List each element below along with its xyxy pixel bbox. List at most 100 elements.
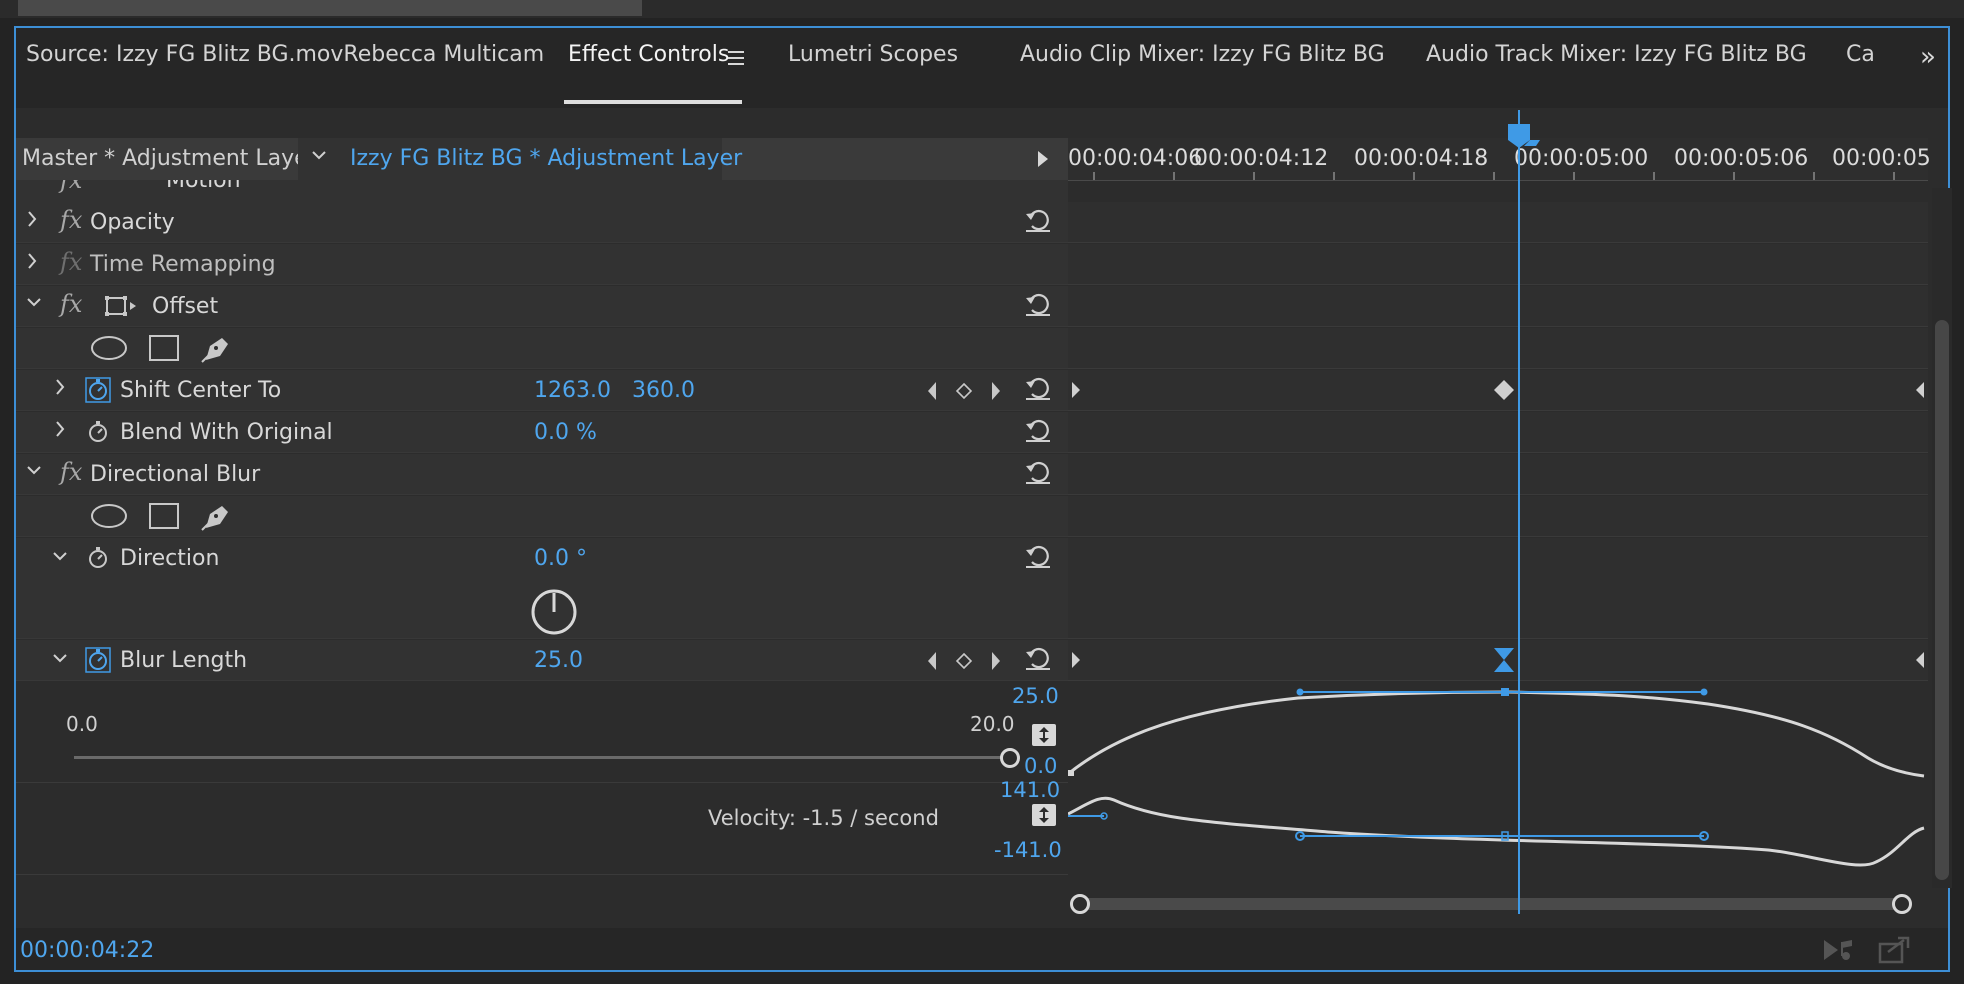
lane-blend — [1068, 412, 1928, 453]
chevron-down-icon[interactable] — [26, 462, 42, 480]
lane-end-marker-icon — [1916, 652, 1924, 668]
zoom-start-handle[interactable] — [1070, 894, 1090, 914]
tab-effect-controls[interactable]: Effect Controls — [568, 42, 729, 67]
velocity-scale-toggle[interactable] — [1032, 804, 1056, 826]
ellipse-mask-icon[interactable] — [90, 502, 128, 530]
timeline-zoom-bar[interactable] — [1080, 898, 1902, 910]
reset-icon[interactable] — [1024, 544, 1052, 570]
chevron-down-icon[interactable] — [52, 650, 68, 668]
pen-mask-icon[interactable] — [200, 332, 234, 364]
effect-row-time-remapping[interactable]: fx Time Remapping — [16, 244, 1070, 285]
param-label: Shift Center To — [120, 378, 282, 403]
lane-direction — [1068, 538, 1928, 639]
vertical-scrollbar[interactable] — [1932, 188, 1952, 888]
ellipse-mask-icon[interactable] — [90, 334, 128, 362]
clip-selector-bar: Master * Adjustment Layer Izzy FG Blitz … — [16, 138, 1070, 180]
effect-row-directional-blur[interactable]: fx Directional Blur — [16, 454, 1070, 495]
effect-controls-panel: Source: Izzy FG Blitz BG.movRebecca Mult… — [14, 26, 1952, 972]
effect-editor: Master * Adjustment Layer Izzy FG Blitz … — [16, 108, 1072, 928]
chevron-down-icon[interactable] — [26, 294, 42, 312]
velocity-max-label: 141.0 — [1000, 778, 1061, 802]
tab-captions[interactable]: Ca — [1846, 42, 1875, 67]
fx-badge-icon: fx — [60, 248, 83, 276]
stopwatch-icon[interactable] — [84, 418, 112, 446]
lane-shift-center — [1068, 370, 1928, 411]
slider-max-label: 20.0 — [970, 712, 1015, 736]
effect-timeline: 00:00:04:06 00:00:04:12 00:00:04:18 00:0… — [1068, 108, 1952, 928]
active-tab-underline — [564, 100, 742, 104]
blur-length-slider-track[interactable] — [74, 756, 1020, 759]
graph-scale-toggle[interactable] — [1032, 724, 1056, 746]
keyframe-hourglass[interactable] — [1492, 646, 1516, 674]
blend-value[interactable]: 0.0 % — [534, 420, 597, 445]
direction-value[interactable]: 0.0 ° — [534, 546, 587, 571]
playhead-handle-icon[interactable] — [1506, 124, 1542, 154]
chevron-right-icon[interactable] — [26, 210, 38, 228]
stopwatch-icon[interactable] — [84, 544, 112, 572]
effect-row-motion[interactable]: fx Motion — [16, 180, 1070, 203]
shift-center-y-value[interactable]: 360.0 — [632, 378, 695, 403]
tab-overflow-icon[interactable]: » — [1920, 42, 1936, 72]
effect-row-opacity[interactable]: fx Opacity — [16, 202, 1070, 243]
current-clip-selector[interactable]: Izzy FG Blitz BG * Adjustment Layer — [298, 138, 742, 180]
pen-mask-icon[interactable] — [200, 500, 234, 532]
param-label: Blend With Original — [120, 420, 333, 445]
stopwatch-active-icon[interactable] — [84, 646, 112, 674]
chevron-right-icon[interactable] — [54, 420, 66, 438]
keyframe-diamond[interactable] — [1492, 378, 1516, 402]
show-timeline-triangle-icon[interactable] — [1036, 150, 1050, 168]
tab-lumetri-scopes[interactable]: Lumetri Scopes — [788, 42, 958, 67]
chevron-right-icon[interactable] — [54, 378, 66, 396]
fx-badge-icon[interactable]: fx — [60, 458, 82, 486]
blur-length-value[interactable]: 25.0 — [534, 648, 583, 673]
zoom-end-handle[interactable] — [1892, 894, 1912, 914]
graph-max-label: 25.0 — [1012, 684, 1059, 708]
reset-icon[interactable] — [1024, 376, 1052, 402]
param-row-direction[interactable]: Direction 0.0 ° — [16, 538, 1070, 639]
tab-audio-track-mixer[interactable]: Audio Track Mixer: Izzy FG Blitz BG — [1426, 42, 1807, 67]
shift-center-x-value[interactable]: 1263.0 — [534, 378, 611, 403]
slider-min-label: 0.0 — [66, 712, 98, 736]
angle-dial[interactable] — [530, 588, 578, 636]
panel-menu-icon[interactable] — [726, 50, 746, 66]
chevron-down-icon — [312, 151, 326, 160]
rectangle-mask-icon[interactable] — [148, 334, 180, 362]
playhead-line[interactable] — [1518, 110, 1520, 914]
blur-length-slider-handle[interactable] — [1000, 748, 1020, 768]
chevron-down-icon[interactable] — [52, 548, 68, 566]
chevron-right-icon[interactable] — [26, 252, 38, 270]
tab-audio-clip-mixer[interactable]: Audio Clip Mixer: Izzy FG Blitz BG — [1020, 42, 1385, 67]
param-label: Blur Length — [120, 648, 248, 673]
mask-tools-row-blur — [16, 496, 1070, 537]
panel-tab-bar: Source: Izzy FG Blitz BG.movRebecca Mult… — [16, 28, 1948, 108]
current-timecode[interactable]: 00:00:04:22 — [20, 938, 154, 963]
reset-icon[interactable] — [1024, 208, 1052, 234]
stopwatch-active-icon[interactable] — [84, 376, 112, 404]
fx-badge-icon[interactable]: fx — [60, 206, 82, 234]
param-row-blend[interactable]: Blend With Original 0.0 % — [16, 412, 1070, 453]
tab-source[interactable]: Source: Izzy FG Blitz BG.movRebecca Mult… — [26, 42, 544, 67]
velocity-readout: Velocity: -1.5 / second — [708, 806, 939, 830]
top-scrollbar-thumb[interactable] — [18, 0, 642, 16]
value-and-velocity-graph[interactable] — [1068, 682, 1928, 882]
keyframe-navigator[interactable] — [926, 380, 1002, 402]
keyframe-navigator[interactable] — [926, 650, 1002, 672]
param-row-shift-center[interactable]: Shift Center To 1263.0 360.0 — [16, 370, 1070, 411]
time-ruler[interactable]: 00:00:04:06 00:00:04:12 00:00:04:18 00:0… — [1068, 138, 1931, 181]
rectangle-mask-icon[interactable] — [148, 502, 180, 530]
reset-icon[interactable] — [1024, 460, 1052, 486]
fx-badge-icon[interactable]: fx — [60, 290, 82, 318]
export-icon[interactable] — [1878, 936, 1910, 964]
reset-icon[interactable] — [1024, 646, 1052, 672]
effect-name: Time Remapping — [90, 252, 276, 277]
effect-name: Offset — [152, 294, 219, 319]
reset-icon[interactable] — [1024, 292, 1052, 318]
vertical-scrollbar-thumb[interactable] — [1935, 320, 1949, 880]
master-clip-label[interactable]: Master * Adjustment Layer — [22, 146, 317, 171]
play-audio-icon[interactable] — [1822, 938, 1856, 962]
param-row-blur-length[interactable]: Blur Length 25.0 — [16, 640, 1070, 681]
timeline-zoom-area — [1068, 886, 1928, 922]
reset-icon[interactable] — [1024, 418, 1052, 444]
lane-offset — [1068, 286, 1928, 327]
effect-row-offset[interactable]: fx Offset — [16, 286, 1070, 327]
